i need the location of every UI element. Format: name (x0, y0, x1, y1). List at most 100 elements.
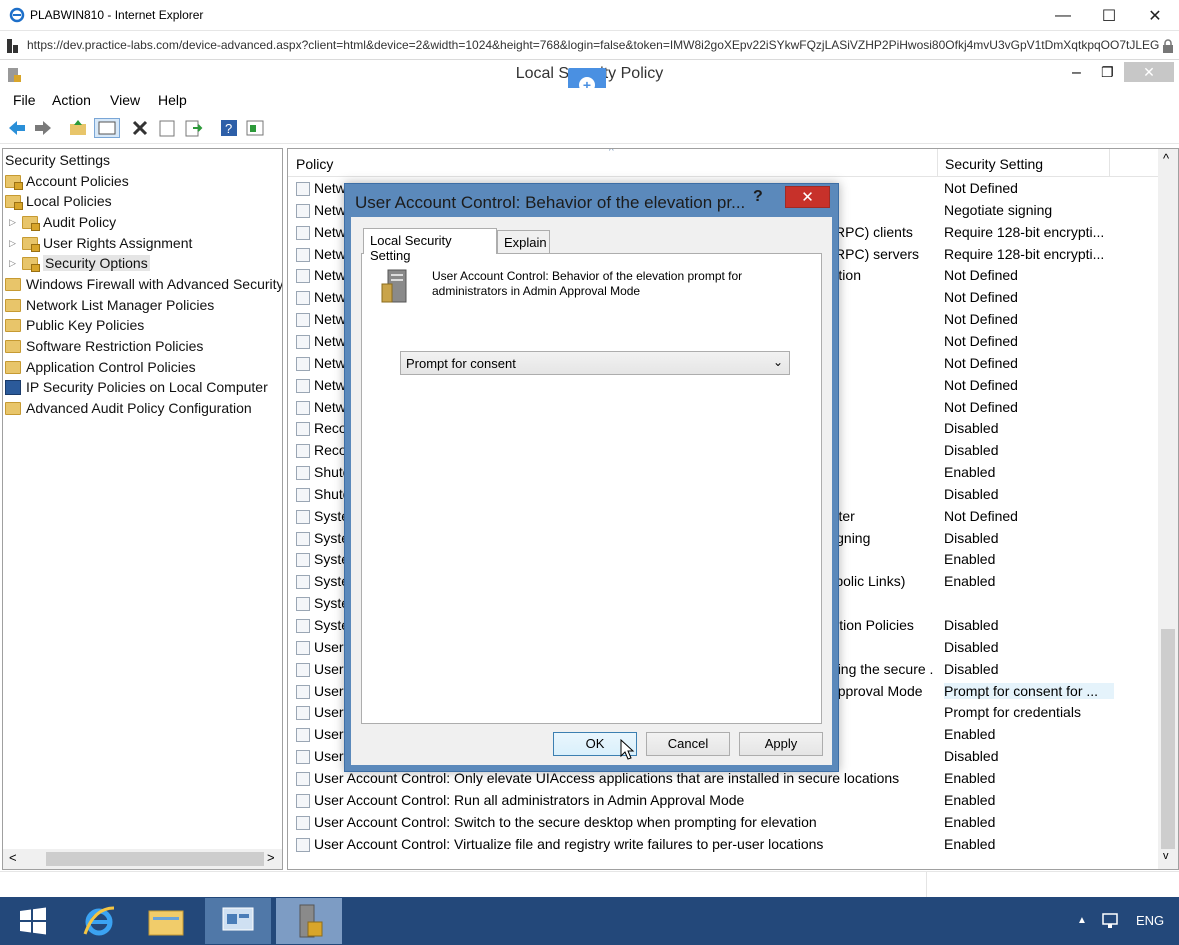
menu-view[interactable]: View (110, 92, 140, 108)
folder-icon (5, 298, 21, 312)
tab-local-security-setting[interactable]: Local Security Setting (363, 228, 497, 263)
table-row[interactable]: User Account Control: Virtualize file an… (288, 834, 1160, 856)
dialog-help-button[interactable]: ? (753, 188, 775, 206)
folder-icon (5, 174, 23, 190)
address-bar[interactable]: https://dev.practice-labs.com/device-adv… (0, 31, 1179, 60)
expand-icon[interactable]: ▷ (9, 217, 18, 228)
language-indicator[interactable]: ENG (1136, 913, 1164, 928)
tree-item-application-control[interactable]: Application Control Policies (5, 357, 196, 377)
tree-item-advanced-audit[interactable]: Advanced Audit Policy Configuration (5, 398, 252, 418)
tab-explain[interactable]: Explain (497, 230, 550, 254)
delete-icon[interactable] (130, 118, 150, 138)
up-folder-icon[interactable] (68, 118, 88, 138)
tree-item-security-options[interactable]: ▷ Security Options (9, 253, 150, 273)
tree-item-network-list[interactable]: Network List Manager Policies (5, 295, 214, 315)
policy-icon (296, 247, 310, 262)
sort-ascending-icon: ^ (609, 148, 614, 157)
dialog-close-button[interactable]: ✕ (785, 186, 830, 208)
horizontal-scrollbar[interactable]: < > (3, 849, 282, 869)
show-hidden-icons-icon[interactable]: ▲ (1077, 915, 1087, 926)
mmc-restore-button[interactable]: ❐ (1101, 64, 1114, 81)
vertical-scrollbar[interactable]: ^ v (1158, 149, 1178, 869)
maximize-button[interactable]: ☐ (1086, 0, 1132, 31)
scroll-left-icon[interactable]: < (9, 850, 17, 865)
policy-setting: Enabled (944, 769, 996, 786)
mmc-close-button[interactable]: ✕ (1124, 62, 1174, 82)
column-divider[interactable] (937, 149, 938, 177)
show-hide-tree-icon[interactable] (94, 118, 120, 138)
url-text[interactable]: https://dev.practice-labs.com/device-adv… (27, 38, 1159, 52)
forward-icon[interactable] (33, 118, 53, 138)
policy-icon (296, 640, 310, 655)
tree-item-local-policies[interactable]: Local Policies (5, 191, 112, 211)
policy-setting: Not Defined (944, 289, 1018, 306)
tree-item-audit-policy[interactable]: ▷ Audit Policy (9, 212, 116, 232)
apply-button[interactable]: Apply (739, 732, 823, 756)
help-icon[interactable]: ? (219, 118, 239, 138)
network-icon[interactable] (1100, 911, 1122, 931)
mmc-minimize-button[interactable]: – (1072, 64, 1081, 82)
table-row[interactable]: User Account Control: Run all administra… (288, 790, 1160, 812)
tree-root[interactable]: Security Settings (5, 150, 110, 170)
properties-icon[interactable] (157, 118, 177, 138)
back-icon[interactable] (7, 118, 27, 138)
minimize-button[interactable]: — (1040, 0, 1086, 31)
expand-icon[interactable]: ▷ (9, 258, 18, 269)
scroll-thumb[interactable] (1161, 629, 1175, 849)
folder-icon (22, 236, 40, 252)
setting-dropdown[interactable]: Prompt for consent ⌄ (400, 351, 790, 375)
policy-setting: Not Defined (944, 180, 1018, 196)
tree-item-software-restriction[interactable]: Software Restriction Policies (5, 336, 203, 356)
policy-name: User Account Control: Run all administra… (314, 791, 745, 808)
policy-name: User Account Control: Virtualize file an… (314, 835, 824, 852)
folder-icon (5, 339, 21, 353)
policy-setting: Enabled (944, 835, 996, 852)
taskbar-server-manager[interactable] (205, 898, 271, 944)
chevron-down-icon: ⌄ (772, 355, 783, 369)
tree-item-ip-security[interactable]: IP Security Policies on Local Computer (5, 377, 268, 397)
menu-help[interactable]: Help (158, 92, 187, 108)
tree-item-public-key[interactable]: Public Key Policies (5, 315, 144, 335)
menu-file[interactable]: File (13, 92, 36, 108)
tree-item-account-policies[interactable]: Account Policies (5, 171, 129, 191)
show-action-pane-icon[interactable] (245, 118, 265, 138)
folder-icon (22, 256, 40, 272)
scroll-thumb[interactable] (46, 852, 264, 866)
svg-text:?: ? (225, 121, 232, 136)
taskbar-local-security-policy[interactable] (276, 898, 342, 944)
folder-icon (5, 277, 21, 291)
server-manager-icon (222, 907, 254, 931)
policy-icon (296, 487, 310, 502)
column-header-setting[interactable]: Security Setting (945, 156, 1043, 172)
policy-icon (296, 334, 310, 349)
start-button[interactable] (0, 898, 66, 944)
policy-setting: Not Defined (944, 376, 1018, 393)
policy-setting: Enabled (944, 573, 996, 590)
tree-item-user-rights[interactable]: ▷ User Rights Assignment (9, 233, 192, 253)
scroll-down-icon[interactable]: v (1163, 850, 1169, 862)
policy-icon (296, 466, 310, 481)
close-button[interactable]: ✕ (1132, 0, 1178, 31)
policy-setting: Enabled (944, 791, 996, 808)
policy-name: User Account Control: Only elevate UIAcc… (314, 769, 900, 786)
taskbar-file-explorer[interactable] (133, 898, 199, 944)
dropdown-value: Prompt for consent (406, 356, 516, 371)
cancel-button[interactable]: Cancel (646, 732, 730, 756)
dialog-body: Local Security Setting Explain User Acco… (351, 217, 832, 765)
export-list-icon[interactable] (183, 118, 203, 138)
scroll-up-icon[interactable]: ^ (1163, 151, 1169, 166)
column-header-policy[interactable]: Policy (296, 156, 333, 172)
policy-icon (296, 225, 310, 240)
menu-action[interactable]: Action (52, 92, 91, 108)
tree-item-firewall[interactable]: Windows Firewall with Advanced Security (5, 274, 282, 294)
policy-setting: Disabled (944, 617, 999, 633)
column-divider[interactable] (1109, 149, 1110, 177)
expand-icon[interactable]: ▷ (9, 238, 18, 249)
table-row[interactable]: User Account Control: Switch to the secu… (288, 812, 1160, 834)
policy-icon (296, 269, 310, 284)
taskbar-internet-explorer[interactable] (66, 898, 132, 944)
policy-icon (296, 837, 310, 852)
scroll-right-icon[interactable]: > (267, 850, 275, 865)
folder-icon (148, 910, 184, 936)
internet-explorer-icon (83, 906, 115, 936)
